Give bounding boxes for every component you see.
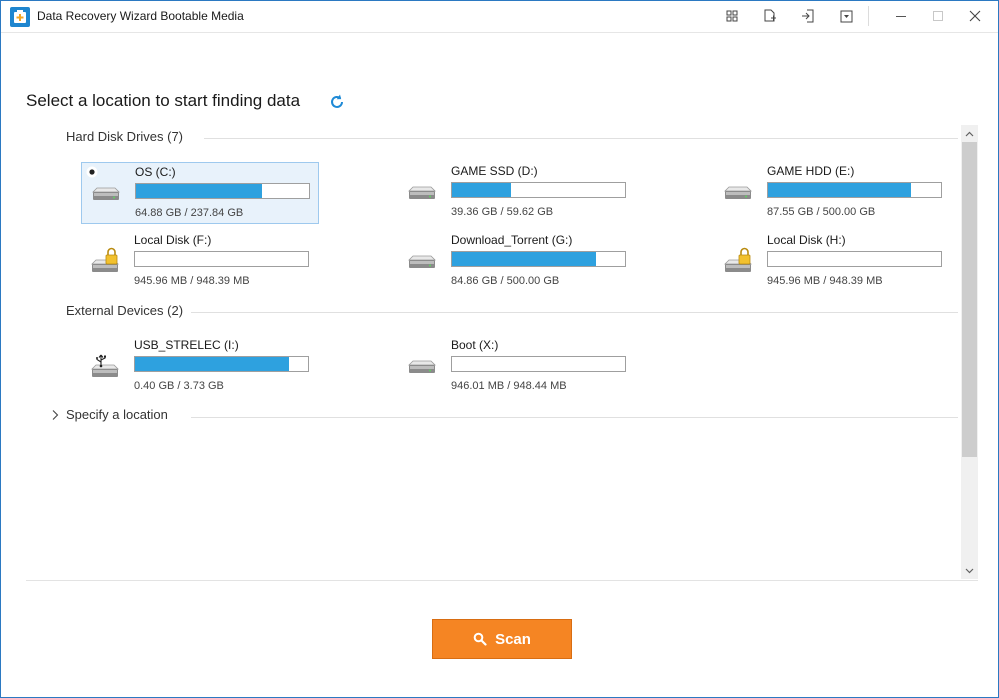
vertical-scrollbar[interactable] <box>961 125 978 579</box>
usage-bar <box>451 182 626 198</box>
drive-h[interactable]: Local Disk (H:) 945.96 MB / 948.39 MB <box>714 231 952 293</box>
window-title: Data Recovery Wizard Bootable Media <box>37 9 244 23</box>
drive-name: USB_STRELEC (I:) <box>134 338 239 352</box>
usage-bar <box>134 356 309 372</box>
drive-e[interactable]: GAME HDD (E:) 87.55 GB / 500.00 GB <box>714 162 952 224</box>
drive-i[interactable]: USB_STRELEC (I:) 0.40 GB / 3.73 GB <box>81 336 319 398</box>
locked-drive-icon <box>724 247 752 272</box>
usage-bar <box>451 356 626 372</box>
specify-location-toggle[interactable]: Specify a location <box>49 407 168 422</box>
toolbar-separator <box>868 6 869 26</box>
usage-fill <box>136 184 262 198</box>
specify-location-label: Specify a location <box>66 407 168 422</box>
close-icon[interactable] <box>957 3 993 29</box>
drive-size: 64.88 GB / 237.84 GB <box>135 207 244 219</box>
locked-drive-icon <box>91 247 119 272</box>
dropdown-icon[interactable] <box>834 5 858 27</box>
usage-fill <box>452 183 511 197</box>
minimize-icon[interactable] <box>883 3 919 29</box>
usage-bar <box>134 251 309 267</box>
drive-size: 84.86 GB / 500.00 GB <box>451 275 560 287</box>
usage-bar <box>767 251 942 267</box>
drive-name: Local Disk (F:) <box>134 233 212 247</box>
usage-fill <box>135 357 289 371</box>
search-icon <box>473 632 487 646</box>
hard-drive-icon <box>92 187 120 200</box>
drive-name: GAME HDD (E:) <box>767 164 855 178</box>
scan-button[interactable]: Scan <box>432 619 572 659</box>
scroll-up-icon[interactable] <box>961 125 978 142</box>
hard-drive-icon <box>408 186 436 199</box>
drive-name: Boot (X:) <box>451 338 499 352</box>
usage-fill <box>768 183 911 197</box>
drive-d[interactable]: GAME SSD (D:) 39.36 GB / 59.62 GB <box>398 162 636 224</box>
panel-divider <box>26 580 978 581</box>
drive-name: Download_Torrent (G:) <box>451 233 573 247</box>
drive-size: 945.96 MB / 948.39 MB <box>134 275 250 287</box>
title-bar: Data Recovery Wizard Bootable Media <box>1 1 998 33</box>
drive-name: OS (C:) <box>135 165 176 179</box>
page-title: Select a location to start finding data <box>26 91 301 110</box>
usage-fill <box>452 252 596 266</box>
drive-name: Local Disk (H:) <box>767 233 846 247</box>
section-divider <box>191 417 958 418</box>
drive-name: GAME SSD (D:) <box>451 164 538 178</box>
scroll-thumb[interactable] <box>962 142 977 457</box>
maximize-icon[interactable] <box>920 3 956 29</box>
hard-disk-section-title: Hard Disk Drives (7) <box>66 129 184 144</box>
drive-size: 945.96 MB / 948.39 MB <box>767 275 883 287</box>
drive-g[interactable]: Download_Torrent (G:) 84.86 GB / 500.00 … <box>398 231 636 293</box>
hard-drive-icon <box>408 360 436 373</box>
section-divider <box>191 312 958 313</box>
drive-size: 946.01 MB / 948.44 MB <box>451 380 567 392</box>
app-logo-icon <box>10 7 30 27</box>
chevron-right-icon <box>52 409 59 420</box>
drive-size: 0.40 GB / 3.73 GB <box>134 380 224 392</box>
usb-drive-icon <box>91 354 119 377</box>
export-icon[interactable] <box>796 5 820 27</box>
scroll-down-icon[interactable] <box>961 562 978 579</box>
hard-drive-icon <box>724 186 752 199</box>
add-file-icon[interactable] <box>758 5 782 27</box>
usage-bar <box>767 182 942 198</box>
drive-x[interactable]: Boot (X:) 946.01 MB / 948.44 MB <box>398 336 636 398</box>
drive-size: 87.55 GB / 500.00 GB <box>767 206 876 218</box>
section-divider <box>204 138 958 139</box>
drive-c[interactable]: OS (C:) 64.88 GB / 237.84 GB <box>81 162 319 224</box>
external-section-title: External Devices (2) <box>66 303 184 318</box>
scan-label: Scan <box>495 630 531 648</box>
hard-drive-icon <box>408 255 436 268</box>
refresh-icon[interactable] <box>328 93 346 111</box>
usage-bar <box>451 251 626 267</box>
drive-size: 39.36 GB / 59.62 GB <box>451 206 554 218</box>
drive-f[interactable]: Local Disk (F:) 945.96 MB / 948.39 MB <box>81 231 319 293</box>
usage-bar <box>135 183 310 199</box>
windows-icon[interactable] <box>720 5 744 27</box>
selected-radio-icon[interactable] <box>83 164 101 180</box>
